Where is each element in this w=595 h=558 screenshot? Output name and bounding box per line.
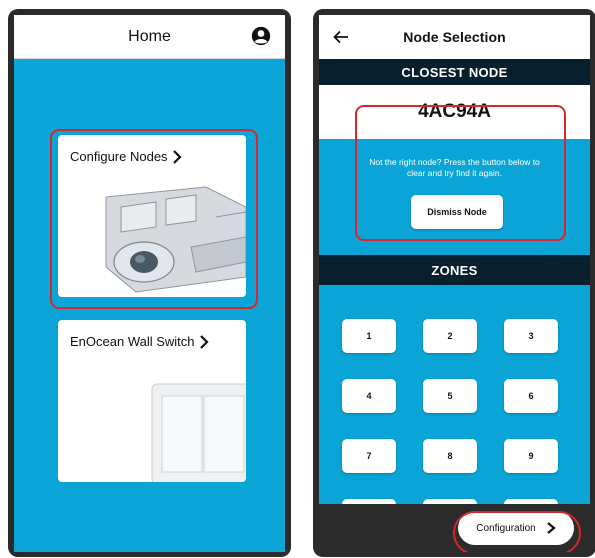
zone-button-4[interactable]: 4 xyxy=(342,379,396,413)
zone-button-8[interactable]: 8 xyxy=(423,439,477,473)
enocean-wall-switch-card[interactable]: EnOcean Wall Switch xyxy=(58,320,246,482)
chevron-right-icon xyxy=(199,334,209,349)
home-screen: Home Configure Nodes EnOcean Wall Switch xyxy=(14,15,285,552)
card-title: EnOcean Wall Switch xyxy=(70,334,195,349)
zone-button-5[interactable]: 5 xyxy=(423,379,477,413)
node-selection-phone-frame: Node Selection CLOSEST NODE 4AC94A Not t… xyxy=(313,9,595,557)
configuration-button[interactable]: Configuration xyxy=(458,511,574,545)
node-id: 4AC94A xyxy=(418,101,491,122)
node-device-illustration xyxy=(105,186,246,293)
chevron-right-icon xyxy=(547,522,556,534)
zone-button-6[interactable]: 6 xyxy=(504,379,558,413)
page-title: Node Selection xyxy=(403,29,506,45)
node-hint-text: Not the right node? Press the button bel… xyxy=(369,157,540,178)
home-phone-frame: Home Configure Nodes EnOcean Wall Switch xyxy=(8,9,291,557)
home-header: Home xyxy=(14,15,285,59)
node-selection-header: Node Selection xyxy=(319,15,590,59)
configure-nodes-label: Configure Nodes xyxy=(70,149,182,164)
account-circle-icon[interactable] xyxy=(251,26,271,46)
zone-button-2[interactable]: 2 xyxy=(423,319,477,353)
zones-heading: ZONES xyxy=(319,255,590,285)
enocean-wall-switch-label: EnOcean Wall Switch xyxy=(70,334,209,349)
footer-bar: Configuration xyxy=(319,504,590,552)
configure-nodes-card[interactable]: Configure Nodes xyxy=(58,135,246,297)
zone-button-1[interactable]: 1 xyxy=(342,319,396,353)
wall-switch-illustration xyxy=(151,383,246,482)
arrow-left-icon[interactable] xyxy=(333,30,349,44)
dismiss-node-button[interactable]: Dismiss Node xyxy=(411,195,503,229)
chevron-right-icon xyxy=(172,149,182,164)
card-title: Configure Nodes xyxy=(70,149,168,164)
node-selection-screen: Node Selection CLOSEST NODE 4AC94A Not t… xyxy=(319,15,590,552)
closest-node-panel: 4AC94A xyxy=(319,85,590,139)
zone-grid: 123 456 789 xyxy=(319,285,590,515)
configuration-label: Configuration xyxy=(476,522,536,534)
page-title: Home xyxy=(128,27,171,45)
zone-button-3[interactable]: 3 xyxy=(504,319,558,353)
zone-button-9[interactable]: 9 xyxy=(504,439,558,473)
closest-node-heading: CLOSEST NODE xyxy=(319,59,590,85)
zone-button-7[interactable]: 7 xyxy=(342,439,396,473)
